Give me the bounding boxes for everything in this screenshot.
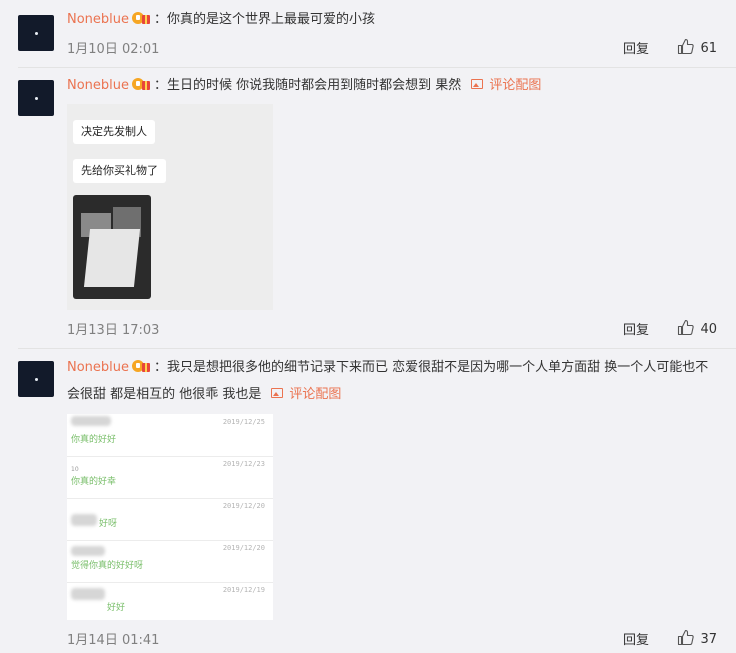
vip-badge-icon — [131, 10, 153, 26]
like-button[interactable]: 40 — [677, 319, 717, 337]
like-button[interactable]: 37 — [677, 629, 717, 647]
comment-image-attachment[interactable]: 决定先发制人 先给你买礼物了 — [67, 104, 273, 310]
username-link[interactable]: Noneblue — [67, 12, 129, 27]
comment-image-link[interactable]: 评论配图 — [271, 387, 341, 402]
comment-meta: 1月13日 17:03 回复 40 — [67, 319, 717, 338]
chat-bubble: 先给你买礼物了 — [73, 159, 166, 183]
like-count: 37 — [700, 632, 717, 647]
list-item: 2019/12/20 觉得你真的好好呀 — [67, 540, 273, 583]
comment-text: 生日的时候 你说我随时都会用到随时都会想到 果然 — [167, 78, 462, 93]
reply-button[interactable]: 回复 — [623, 629, 649, 648]
divider — [18, 348, 736, 349]
like-count: 61 — [700, 41, 717, 56]
vip-badge-icon — [131, 358, 153, 374]
timestamp: 1月13日 17:03 — [67, 323, 160, 338]
photo-thumbnail — [73, 195, 151, 299]
comment-text-block: Noneblue ：生日的时候 你说我随时都会用到随时都会想到 果然 评论配图 — [67, 76, 542, 93]
thumbs-up-icon — [678, 629, 695, 646]
divider — [18, 67, 736, 68]
like-button[interactable]: 61 — [677, 38, 717, 56]
username-link[interactable]: Noneblue — [67, 360, 129, 375]
vip-badge-icon — [131, 76, 153, 92]
list-item: 2019/12/25 你真的好好 — [67, 414, 273, 457]
comment-image-link[interactable]: 评论配图 — [471, 78, 541, 93]
image-icon — [271, 388, 284, 398]
image-icon — [471, 79, 484, 89]
avatar[interactable] — [18, 361, 54, 397]
avatar[interactable] — [18, 15, 54, 51]
comment-text-block: Noneblue ：我只是想把很多他的细节记录下来而已 恋爱很甜不是因为哪一个人单… — [67, 358, 709, 402]
chat-bubble: 决定先发制人 — [73, 120, 155, 144]
username-link[interactable]: Noneblue — [67, 78, 129, 93]
comment-meta: 1月14日 01:41 回复 37 — [67, 629, 717, 648]
comment-image-attachment[interactable]: 2019/12/25 你真的好好 10 2019/12/23 你真的好幸 201… — [67, 414, 273, 620]
list-item: 2019/12/20 好呀 — [67, 498, 273, 541]
comment-text-block: Noneblue ：你真的是这个世界上最最可爱的小孩 — [67, 10, 376, 27]
timestamp: 1月10日 02:01 — [67, 42, 160, 57]
thumbs-up-icon — [678, 319, 695, 336]
like-count: 40 — [700, 322, 717, 337]
thumbs-up-icon — [678, 38, 695, 55]
reply-button[interactable]: 回复 — [623, 319, 649, 338]
comment-text: 你真的是这个世界上最最可爱的小孩 — [167, 12, 376, 27]
list-item: 2019/12/19 好好 — [67, 582, 273, 620]
avatar[interactable] — [18, 80, 54, 116]
reply-button[interactable]: 回复 — [623, 38, 649, 57]
comment-meta: 1月10日 02:01 回复 61 — [67, 38, 717, 57]
list-item: 10 2019/12/23 你真的好幸 — [67, 456, 273, 499]
timestamp: 1月14日 01:41 — [67, 633, 160, 648]
